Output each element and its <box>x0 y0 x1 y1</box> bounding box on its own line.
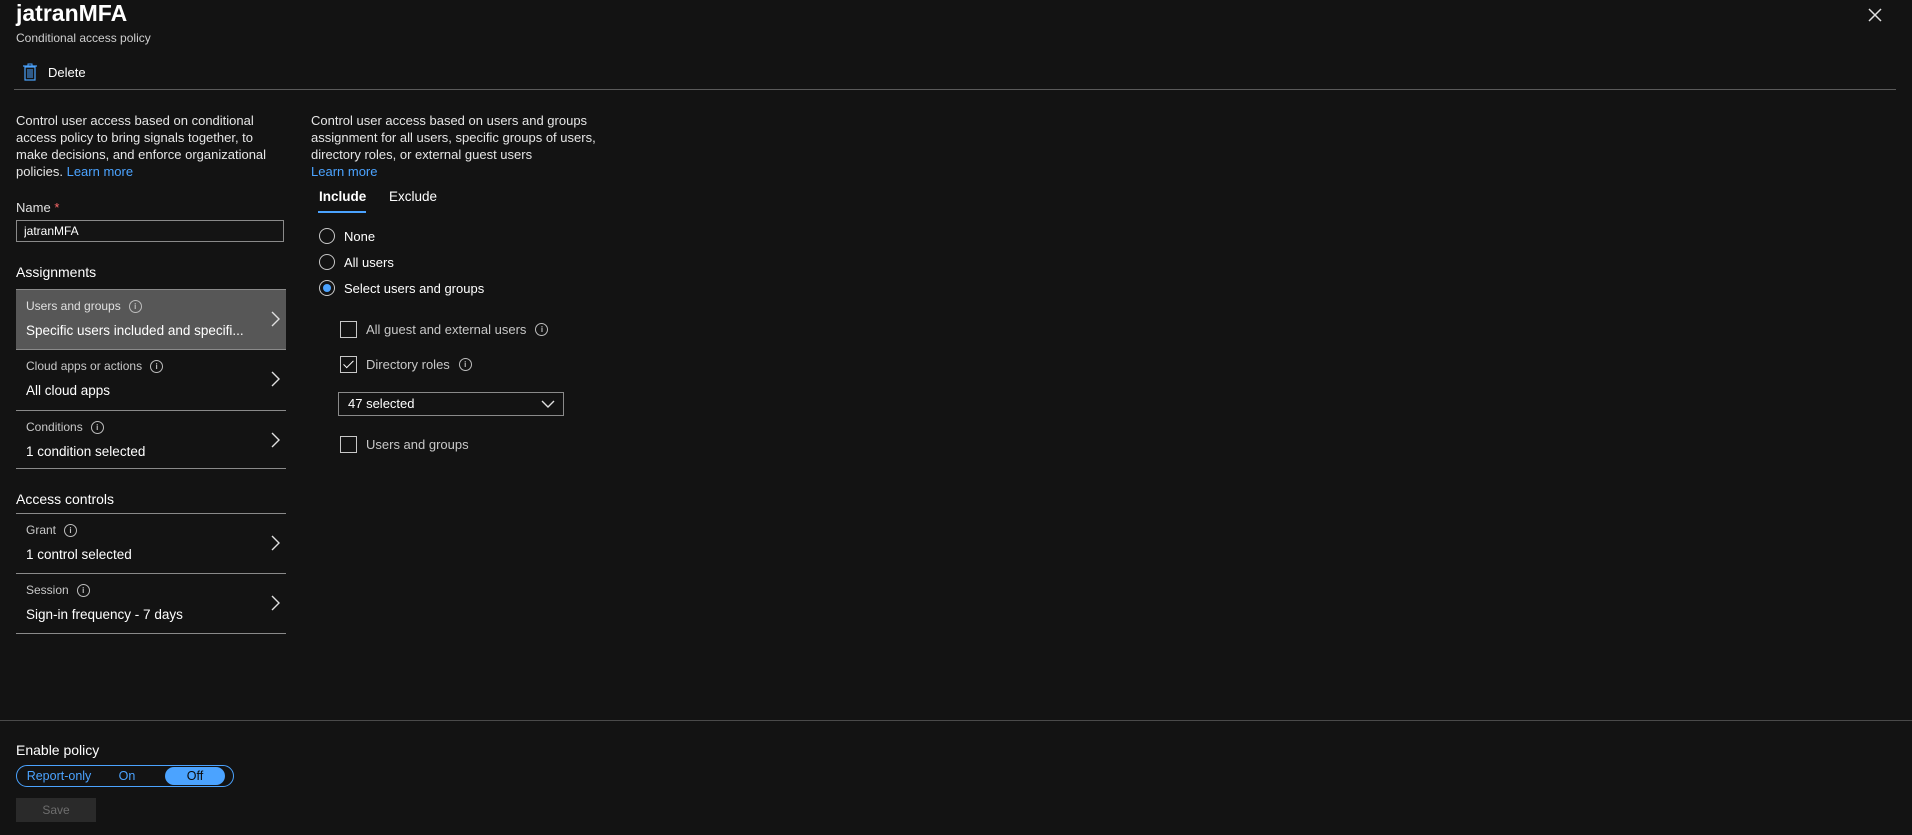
name-label-text: Name <box>16 200 51 215</box>
policy-description-text: Control user access based on conditional… <box>16 113 267 179</box>
trash-icon <box>23 63 37 81</box>
active-tab-indicator <box>318 211 366 213</box>
info-icon: i <box>90 420 104 434</box>
toggle-report-only[interactable]: Report-only <box>19 767 99 785</box>
page-title: jatranMFA <box>16 0 128 26</box>
checkbox-directory-roles-box[interactable] <box>340 356 357 373</box>
checkbox-directory-roles[interactable]: Directory roles i <box>340 356 472 373</box>
name-label: Name * <box>16 200 59 215</box>
required-marker: * <box>54 200 60 215</box>
checkbox-users-and-groups[interactable]: Users and groups <box>340 436 469 453</box>
radio-none-label: None <box>344 228 376 244</box>
info-icon: i <box>64 523 78 537</box>
radio-all-users[interactable]: All users <box>319 254 394 270</box>
tab-include[interactable]: Include <box>319 189 366 204</box>
nav-cloud-apps-label: Cloud apps or actions <box>26 359 143 373</box>
radio-select-users-groups-label: Select users and groups <box>344 280 485 296</box>
close-icon <box>1868 8 1882 22</box>
nav-grant-label: Grant <box>26 523 57 537</box>
nav-cloud-apps-value: All cloud apps <box>26 383 111 398</box>
nav-cloud-apps[interactable]: Cloud apps or actions i All cloud apps <box>16 349 286 409</box>
chevron-right-icon <box>271 432 280 448</box>
save-button[interactable]: Save <box>16 798 96 822</box>
nav-cloud-apps-label-row: Cloud apps or actions i <box>26 359 164 373</box>
radio-all-users-circle[interactable] <box>319 254 335 270</box>
chevron-down-icon <box>541 400 555 408</box>
chevron-right-icon <box>271 595 280 611</box>
nav-users-and-groups[interactable]: Users and groups i Specific users includ… <box>16 289 286 349</box>
radio-all-users-label: All users <box>344 254 394 270</box>
nav-grant[interactable]: Grant i 1 control selected <box>16 513 286 573</box>
nav-users-and-groups-label-row: Users and groups i <box>26 299 142 313</box>
nav-conditions[interactable]: Conditions i 1 condition selected <box>16 410 286 470</box>
enable-policy-toggle: Report-only On Off <box>16 765 234 787</box>
radio-none[interactable]: None <box>319 228 375 244</box>
header-divider <box>14 89 1896 90</box>
footer-divider <box>0 720 1912 721</box>
users-groups-description-text: Control user access based on users and g… <box>311 113 596 162</box>
toggle-on[interactable]: On <box>101 767 153 785</box>
name-input[interactable] <box>16 220 284 242</box>
enable-policy-label: Enable policy <box>16 742 100 758</box>
close-button[interactable] <box>1864 4 1886 26</box>
radio-select-users-groups-circle[interactable] <box>319 280 335 296</box>
assignments-bottom-divider <box>16 468 286 469</box>
checkbox-all-guest-external-box[interactable] <box>340 321 357 338</box>
access-controls-bottom-divider <box>16 633 286 634</box>
users-groups-description: Control user access based on users and g… <box>311 112 601 180</box>
checkbox-all-guest-external-label: All guest and external users <box>366 322 527 337</box>
nav-session-value: Sign-in frequency - 7 days <box>26 607 183 622</box>
learn-more-link-left[interactable]: Learn more <box>67 164 133 179</box>
nav-grant-label-row: Grant i <box>26 523 78 537</box>
chevron-right-icon <box>271 535 280 551</box>
directory-roles-dropdown[interactable]: 47 selected <box>338 392 564 416</box>
info-icon: i <box>76 583 90 597</box>
radio-none-circle[interactable] <box>319 228 335 244</box>
chevron-right-icon <box>271 371 280 387</box>
assignments-title: Assignments <box>16 264 97 280</box>
nav-conditions-label-row: Conditions i <box>26 420 104 434</box>
nav-conditions-value: 1 condition selected <box>26 444 146 459</box>
delete-label: Delete <box>48 64 86 80</box>
page-subtitle: Conditional access policy <box>16 31 151 45</box>
checkbox-users-and-groups-box[interactable] <box>340 436 357 453</box>
checkbox-users-and-groups-label: Users and groups <box>366 437 469 452</box>
nav-conditions-label: Conditions <box>26 420 83 434</box>
directory-roles-dropdown-value: 47 selected <box>348 396 415 411</box>
delete-button[interactable]: Delete <box>22 63 86 81</box>
nav-session[interactable]: Session i Sign-in frequency - 7 days <box>16 573 286 633</box>
checkbox-all-guest-external[interactable]: All guest and external users i <box>340 321 549 338</box>
nav-session-label: Session <box>26 583 69 597</box>
info-icon: i <box>150 359 164 373</box>
info-icon: i <box>458 358 472 371</box>
radio-select-users-groups[interactable]: Select users and groups <box>319 280 484 296</box>
nav-users-and-groups-label: Users and groups <box>26 299 121 313</box>
learn-more-link-right[interactable]: Learn more <box>311 164 377 179</box>
policy-description: Control user access based on conditional… <box>16 112 281 180</box>
toggle-off[interactable]: Off <box>165 767 225 785</box>
nav-grant-value: 1 control selected <box>26 547 132 562</box>
chevron-right-icon <box>271 311 280 327</box>
info-icon: i <box>535 323 549 336</box>
info-icon: i <box>128 299 142 313</box>
nav-users-and-groups-value: Specific users included and specifi... <box>26 323 244 338</box>
access-controls-title: Access controls <box>16 491 115 507</box>
tab-exclude[interactable]: Exclude <box>389 189 437 204</box>
nav-session-label-row: Session i <box>26 583 90 597</box>
checkbox-directory-roles-label: Directory roles <box>366 357 450 372</box>
